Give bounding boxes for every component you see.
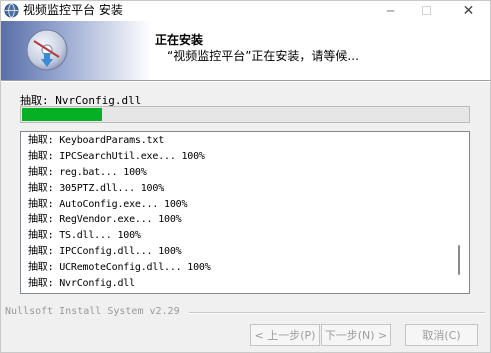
log-item: 抽取: KeyboardParams.txt <box>28 135 165 146</box>
log-item: 抽取: AutoConfig.exe... 100% <box>28 198 188 210</box>
page-title: 正在安装 <box>155 33 204 47</box>
header-panel: 正在安装 “视频监控平台”正在安装，请等候... <box>1 21 490 80</box>
progress-bar <box>20 106 470 123</box>
branding-text: Nullsoft Install System v2.29 <box>5 306 180 317</box>
minimize-button[interactable]: ─ <box>373 1 408 21</box>
log-item: 抽取: IPCSearchUtil.exe... 100% <box>28 150 205 162</box>
back-button[interactable]: < 上一步(P) <box>250 324 320 346</box>
details-log[interactable]: 抽取: KeyboardParams.txt 抽取: IPCSearchUtil.… <box>20 131 470 294</box>
log-item: 抽取: TS.dll... 100% <box>28 230 141 242</box>
header-divider-highlight <box>1 81 490 82</box>
window-title: 视频监控平台 安装 <box>23 3 123 17</box>
log-item: 抽取: 305PTZ.dll... 100% <box>28 182 165 194</box>
log-scrollbar-thumb[interactable] <box>458 245 460 275</box>
log-item: 抽取: IPCConfig.dll... 100% <box>28 246 182 258</box>
installer-window: 视频监控平台 安装 ─ ☐ ✕ 正在安装 “视频监控平台”正在安装，请等候...… <box>0 0 491 353</box>
close-button[interactable]: ✕ <box>451 1 486 21</box>
page-subtitle: “视频监控平台”正在安装，请等候... <box>167 49 359 63</box>
next-button[interactable]: 下一步(N) > <box>321 324 391 346</box>
progress-bar-fill <box>22 108 102 121</box>
log-item: 抽取: RegVendor.exe... 100% <box>28 214 182 226</box>
app-globe-icon <box>4 3 19 18</box>
branding-divider-highlight <box>189 313 485 314</box>
title-bar[interactable]: 视频监控平台 安装 ─ ☐ ✕ <box>1 1 490 21</box>
maximize-button[interactable]: ☐ <box>409 1 444 21</box>
log-item: 抽取: NvrConfig.dll <box>28 278 135 290</box>
log-list: 抽取: KeyboardParams.txt 抽取: IPCSearchUtil.… <box>28 133 211 292</box>
log-item: 抽取: UCRemoteConfig.dll... 100% <box>28 262 211 274</box>
log-scrollbar[interactable] <box>452 133 468 292</box>
cancel-button[interactable]: 取消(C) <box>405 324 478 346</box>
log-item: 抽取: reg.bat... 100% <box>28 166 147 178</box>
installer-banner-icon <box>1 21 151 80</box>
